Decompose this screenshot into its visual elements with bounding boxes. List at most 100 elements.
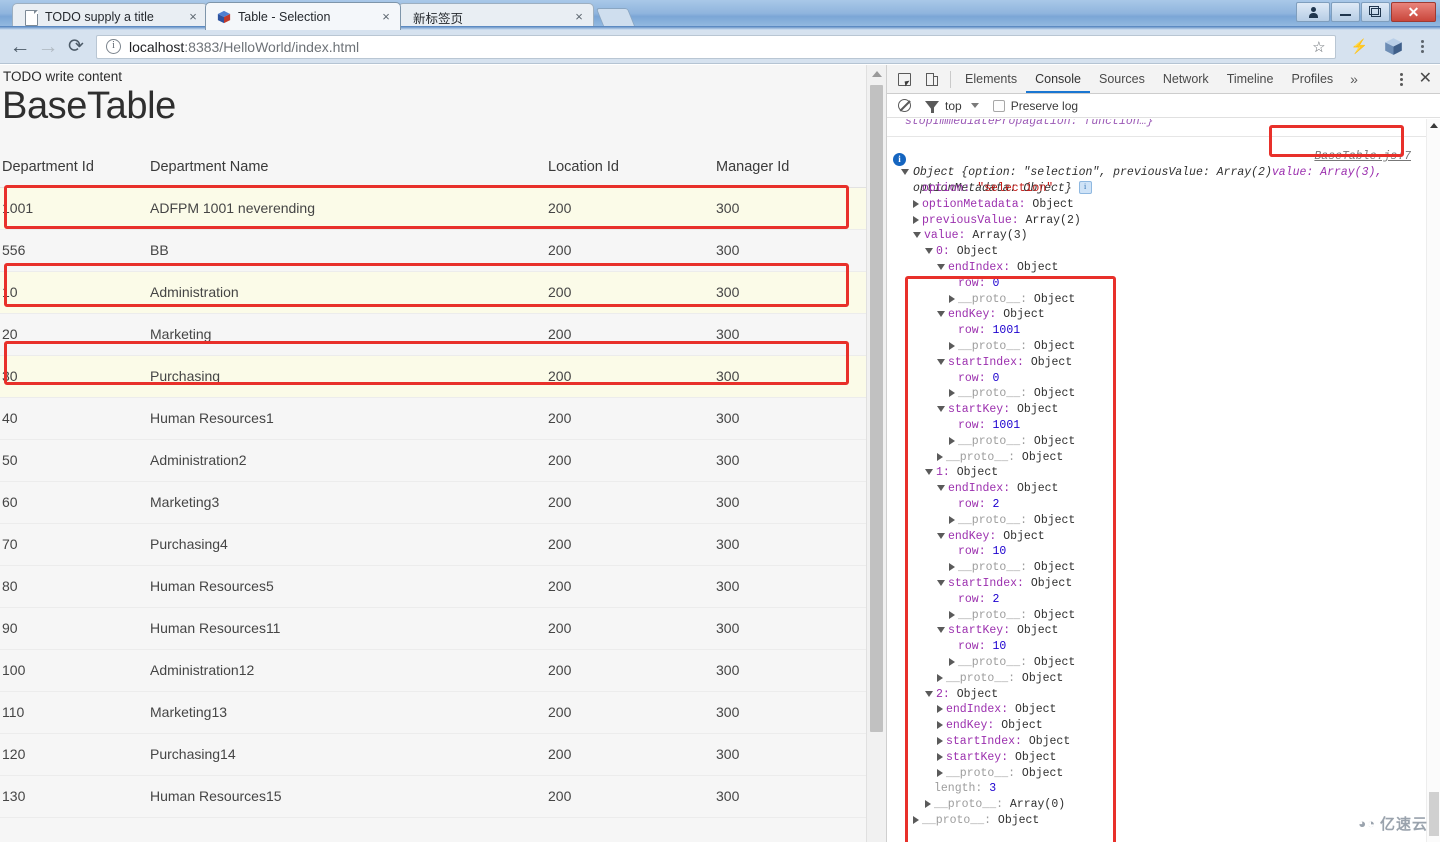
console-tree-node[interactable]: endKey: Object (937, 718, 1043, 734)
expand-triangle-icon[interactable] (949, 515, 955, 524)
column-header-location-id[interactable]: Location Id (548, 149, 716, 188)
table-row[interactable]: 20 Marketing 200 300 (0, 313, 868, 356)
info-badge-icon[interactable]: i (1078, 181, 1092, 195)
console-tree-node[interactable]: __proto__: Object (949, 560, 1075, 576)
tab-elements[interactable]: Elements (956, 65, 1026, 93)
console-tree-node[interactable]: startIndex: Object (937, 734, 1070, 750)
bolt-icon[interactable]: ⚡ (1351, 38, 1368, 55)
expand-triangle-icon[interactable] (925, 800, 931, 809)
console-tree-node[interactable]: endKey: Object (937, 529, 1045, 545)
console-tree-node[interactable]: __proto__: Object (949, 513, 1075, 529)
console-tree-node[interactable]: endIndex: Object (937, 260, 1058, 276)
page-scrollbar-thumb[interactable] (870, 85, 883, 732)
console-tree-node[interactable]: row: 1001 (949, 418, 1020, 434)
inspect-element-icon[interactable] (893, 68, 915, 90)
console-tree-node[interactable]: startIndex: Object (937, 355, 1072, 371)
collapse-triangle-icon[interactable] (937, 485, 945, 492)
console-scrollbar[interactable] (1426, 119, 1440, 842)
console-tree-node[interactable]: __proto__: Object (949, 386, 1075, 402)
back-icon[interactable]: ← (6, 33, 34, 61)
browser-tab-2[interactable]: Table - Selection × (205, 2, 401, 30)
table-row[interactable]: 50 Administration2 200 300 (0, 439, 868, 482)
expand-triangle-icon[interactable] (913, 215, 919, 224)
table-row[interactable]: 130 Human Resources15 200 300 (0, 775, 868, 818)
expand-triangle-icon[interactable] (949, 294, 955, 303)
expand-triangle-icon[interactable] (937, 705, 943, 714)
console-tree-node[interactable]: row: 10 (949, 544, 1006, 560)
browser-tab-1[interactable]: TODO supply a title × (12, 3, 208, 30)
console-tree-node[interactable]: __proto__: Object (937, 450, 1063, 466)
filter-icon[interactable] (921, 95, 943, 117)
console-tree-node[interactable]: __proto__: Object (949, 655, 1075, 671)
collapse-triangle-icon[interactable] (937, 532, 945, 539)
console-tree-node[interactable]: startIndex: Object (937, 576, 1072, 592)
expand-triangle-icon[interactable] (937, 673, 943, 682)
console-tree-node[interactable]: 2: Object (925, 687, 998, 703)
console-tree-node[interactable]: __proto__: Object (949, 608, 1075, 624)
collapse-triangle-icon[interactable] (937, 263, 945, 270)
table-row[interactable]: 90 Human Resources11 200 300 (0, 607, 868, 650)
console-tree-node[interactable]: 0: Object (925, 244, 998, 260)
forward-icon[interactable]: → (34, 33, 62, 61)
close-window-button[interactable]: ✕ (1391, 2, 1436, 22)
preserve-log-label[interactable]: Preserve log (1011, 99, 1078, 113)
tab-timeline[interactable]: Timeline (1218, 65, 1283, 93)
console-tree-node[interactable]: value: Array(3) (913, 228, 1028, 244)
console-tree-node[interactable]: row: 0 (949, 371, 999, 387)
console-tree-node[interactable]: optionMetadata: Object (913, 197, 1074, 213)
preserve-log-checkbox[interactable] (992, 99, 1005, 112)
table-row[interactable]: 1001 ADFPM 1001 neverending 200 300 (0, 187, 868, 230)
table-row[interactable]: 120 Purchasing14 200 300 (0, 733, 868, 776)
expand-triangle-icon[interactable] (937, 752, 943, 761)
console-output[interactable]: stopImmediatePropagation: function…} i B… (887, 119, 1440, 842)
site-info-icon[interactable]: i (106, 39, 121, 54)
expand-triangle-icon[interactable] (937, 721, 943, 730)
collapse-triangle-icon[interactable] (937, 406, 945, 413)
console-tree-node[interactable]: row: 2 (949, 497, 999, 513)
expand-triangle-icon[interactable] (949, 341, 955, 350)
console-tree-node[interactable]: endIndex: Object (937, 481, 1058, 497)
console-tree-node[interactable]: startKey: Object (937, 750, 1056, 766)
collapse-triangle-icon[interactable] (937, 311, 945, 318)
table-row[interactable]: 80 Human Resources5 200 300 (0, 565, 868, 608)
scroll-up-arrow-icon[interactable] (872, 71, 882, 77)
collapse-triangle-icon[interactable] (937, 579, 945, 586)
table-row[interactable]: 40 Human Resources1 200 300 (0, 397, 868, 440)
collapse-triangle-icon[interactable] (937, 358, 945, 365)
maximize-button[interactable] (1361, 2, 1390, 22)
new-tab-button[interactable] (595, 8, 637, 29)
account-button[interactable] (1296, 2, 1330, 22)
bookmark-star-icon[interactable]: ☆ (1312, 38, 1325, 56)
table-row[interactable]: 70 Purchasing4 200 300 (0, 523, 868, 566)
tab-close-icon[interactable]: × (185, 9, 201, 25)
expand-toggle-icon[interactable] (901, 169, 909, 175)
minimize-button[interactable] (1331, 2, 1360, 22)
chevron-down-icon[interactable] (970, 103, 979, 108)
console-tree-node[interactable]: __proto__: Array(0) (925, 797, 1065, 813)
collapse-triangle-icon[interactable] (913, 232, 921, 239)
source-link[interactable]: BaseTable.js:7 (1314, 150, 1411, 163)
collapse-triangle-icon[interactable] (937, 627, 945, 634)
console-tree-node[interactable]: endKey: Object (937, 307, 1045, 323)
expand-triangle-icon[interactable] (937, 452, 943, 461)
extension-cube-icon[interactable] (1384, 37, 1403, 56)
collapse-triangle-icon[interactable] (925, 469, 933, 476)
scroll-up-arrow-icon[interactable] (1430, 123, 1438, 128)
console-tree-node[interactable]: row: 1001 (949, 323, 1020, 339)
more-tabs-icon[interactable]: » (1342, 71, 1366, 87)
expand-triangle-icon[interactable] (937, 736, 943, 745)
column-header-manager-id[interactable]: Manager Id (716, 149, 868, 188)
console-tree-node[interactable]: 1: Object (925, 465, 998, 481)
console-tree-node[interactable]: row: 2 (949, 592, 999, 608)
collapse-triangle-icon[interactable] (925, 248, 933, 255)
console-tree-node[interactable]: previousValue: Array(2) (913, 213, 1081, 229)
expand-triangle-icon[interactable] (949, 610, 955, 619)
console-tree-node[interactable]: __proto__: Object (949, 292, 1075, 308)
console-tree-node[interactable]: __proto__: Object (937, 671, 1063, 687)
table-row[interactable]: 30 Purchasing 200 300 (0, 355, 868, 398)
console-tree-node[interactable]: __proto__: Object (913, 813, 1039, 829)
browser-menu-icon[interactable] (1414, 40, 1430, 53)
console-scrollbar-thumb[interactable] (1429, 792, 1439, 836)
expand-triangle-icon[interactable] (949, 657, 955, 666)
console-tree-node[interactable]: row: 10 (949, 639, 1006, 655)
